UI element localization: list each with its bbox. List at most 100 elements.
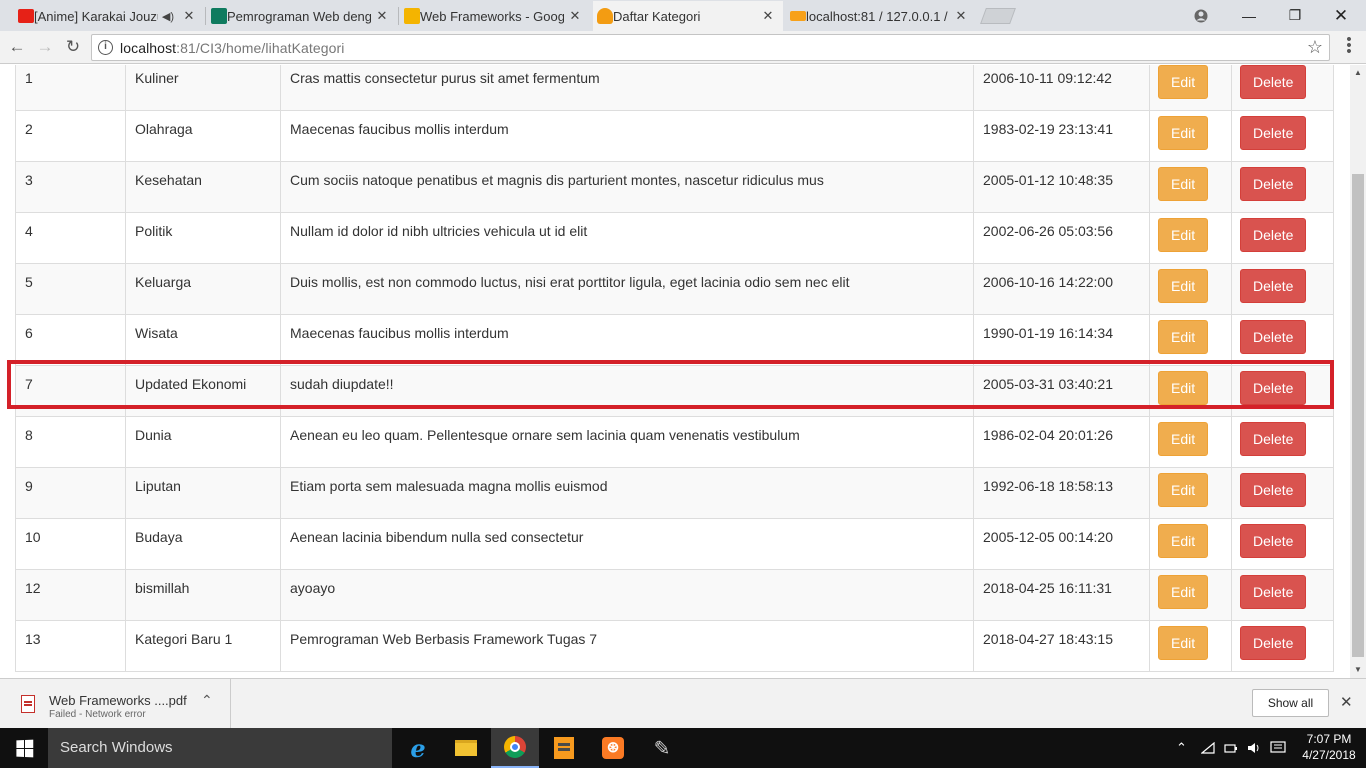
tab-youtube[interactable]: [Anime] Karakai Jouzu ◀) ✕ [14, 1, 204, 31]
close-icon[interactable]: ✕ [761, 8, 775, 24]
forward-arrow-icon[interactable]: → [35, 37, 55, 57]
delete-button[interactable]: Delete [1240, 626, 1307, 660]
row-description: Etiam porta sem malesuada magna mollis e… [280, 467, 974, 519]
tab-separator [205, 7, 206, 25]
scroll-up-icon[interactable]: ▲ [1350, 65, 1366, 81]
close-window-button[interactable]: ✕ [1318, 0, 1364, 31]
user-profile-icon[interactable] [1178, 0, 1224, 31]
minimize-button[interactable]: — [1226, 0, 1272, 31]
row-date: 2018-04-25 16:11:31 [973, 569, 1150, 621]
edit-button[interactable]: Edit [1158, 575, 1209, 609]
tab-daftar-kategori[interactable]: Daftar Kategori ✕ [593, 1, 783, 31]
edit-button[interactable]: Edit [1158, 269, 1209, 303]
tab-google-slides[interactable]: Web Frameworks - Goog ✕ [400, 1, 590, 31]
row-name: Politik [125, 212, 281, 264]
restore-button[interactable]: ❐ [1272, 0, 1318, 31]
info-icon[interactable]: i [98, 40, 113, 55]
edit-button[interactable]: Edit [1158, 320, 1209, 354]
notification-icon[interactable] [1270, 728, 1286, 768]
delete-button[interactable]: Delete [1240, 116, 1307, 150]
reload-icon[interactable]: ↻ [63, 37, 83, 57]
delete-button[interactable]: Delete [1240, 65, 1307, 99]
table-row: 1 Kuliner Cras mattis consectetur purus si… [15, 65, 1334, 111]
classroom-icon [211, 8, 227, 24]
row-name: Kesehatan [125, 161, 281, 213]
scrollbar-thumb[interactable] [1352, 174, 1364, 657]
delete-button[interactable]: Delete [1240, 422, 1307, 456]
row-id: 10 [15, 518, 126, 570]
close-icon[interactable]: ✕ [375, 8, 389, 24]
delete-button[interactable]: Delete [1240, 575, 1307, 609]
battery-icon[interactable] [1224, 728, 1238, 768]
close-icon[interactable]: ✕ [954, 8, 968, 24]
delete-cell: Delete [1231, 212, 1334, 264]
category-table: 1 Kuliner Cras mattis consectetur purus si… [15, 65, 1334, 672]
close-icon[interactable]: ✕ [568, 8, 582, 24]
close-icon[interactable]: ✕ [182, 8, 196, 24]
table-row: 9 Liputan Etiam porta sem malesuada magna … [15, 467, 1334, 519]
edit-cell: Edit [1149, 569, 1232, 621]
network-icon[interactable] [1201, 728, 1215, 768]
edit-button[interactable]: Edit [1158, 218, 1209, 252]
row-date: 1990-01-19 16:14:34 [973, 314, 1150, 366]
url-text[interactable]: localhost:81/CI3/home/lihatKategori [120, 40, 345, 56]
system-clock[interactable]: 7:07 PM 4/27/2018 [1300, 731, 1358, 763]
download-item[interactable]: Web Frameworks ....pdf Failed - Network … [0, 679, 231, 728]
row-description: ayoayo [280, 569, 974, 621]
menu-icon[interactable]: • • • [1344, 32, 1354, 59]
delete-button[interactable]: Delete [1240, 167, 1307, 201]
edit-button[interactable]: Edit [1158, 167, 1209, 201]
show-all-button[interactable]: Show all [1252, 689, 1329, 717]
edit-button[interactable]: Edit [1158, 626, 1209, 660]
tab-phpmyadmin[interactable]: localhost:81 / 127.0.0.1 / ✕ [786, 1, 976, 31]
edit-cell: Edit [1149, 263, 1232, 315]
chrome-icon[interactable] [491, 728, 539, 768]
edit-button[interactable]: Edit [1158, 65, 1209, 99]
clock-time: 7:07 PM [1306, 732, 1352, 746]
new-tab-button[interactable] [980, 8, 1016, 24]
row-description: sudah diupdate!! [280, 365, 974, 417]
row-name: Dunia [125, 416, 281, 468]
taskbar-search[interactable]: Search Windows [48, 728, 392, 768]
edit-button[interactable]: Edit [1158, 473, 1209, 507]
page-viewport: 1 Kuliner Cras mattis consectetur purus si… [0, 65, 1350, 678]
delete-cell: Delete [1231, 65, 1334, 111]
row-date: 2018-04-27 18:43:15 [973, 620, 1150, 672]
volume-icon[interactable] [1247, 728, 1261, 768]
xampp-icon[interactable]: ⊛ [589, 728, 637, 768]
delete-button[interactable]: Delete [1240, 473, 1307, 507]
row-date: 2006-10-11 09:12:42 [973, 65, 1150, 111]
edit-button[interactable]: Edit [1158, 116, 1209, 150]
back-arrow-icon[interactable]: ← [7, 37, 27, 57]
sublime-text-icon[interactable] [540, 728, 588, 768]
delete-button[interactable]: Delete [1240, 371, 1307, 405]
bookmark-star-icon[interactable]: ☆ [1307, 37, 1323, 58]
row-id: 8 [15, 416, 126, 468]
internet-explorer-icon[interactable]: e [394, 728, 442, 768]
paint-brush-icon[interactable]: ✎ [638, 728, 686, 768]
file-explorer-icon[interactable] [442, 728, 490, 768]
chevron-up-icon[interactable]: ⌃ [201, 692, 213, 709]
scroll-down-icon[interactable]: ▼ [1350, 662, 1366, 678]
close-icon[interactable]: ✕ [1340, 693, 1353, 711]
row-date: 2006-10-16 14:22:00 [973, 263, 1150, 315]
delete-button[interactable]: Delete [1240, 320, 1307, 354]
start-button[interactable] [0, 728, 48, 768]
delete-cell: Delete [1231, 161, 1334, 213]
delete-button[interactable]: Delete [1240, 218, 1307, 252]
row-description: Duis mollis, est non commodo luctus, nis… [280, 263, 974, 315]
download-status: Failed - Network error [49, 709, 146, 720]
row-id: 2 [15, 110, 126, 162]
edit-button[interactable]: Edit [1158, 422, 1209, 456]
tab-classroom[interactable]: Pemrograman Web deng ✕ [207, 1, 397, 31]
edit-button[interactable]: Edit [1158, 524, 1209, 558]
edit-button[interactable]: Edit [1158, 371, 1209, 405]
chevron-up-icon[interactable]: ⌃ [1176, 728, 1187, 768]
delete-button[interactable]: Delete [1240, 524, 1307, 558]
table-row: 4 Politik Nullam id dolor id nibh ultricie… [15, 212, 1334, 264]
table-row: 6 Wisata Maecenas faucibus mollis interdum… [15, 314, 1334, 366]
address-bar[interactable]: i localhost:81/CI3/home/lihatKategori ☆ [91, 34, 1330, 61]
audio-icon[interactable]: ◀) [162, 10, 174, 23]
vertical-scrollbar[interactable]: ▲ ▼ [1350, 65, 1366, 678]
delete-button[interactable]: Delete [1240, 269, 1307, 303]
